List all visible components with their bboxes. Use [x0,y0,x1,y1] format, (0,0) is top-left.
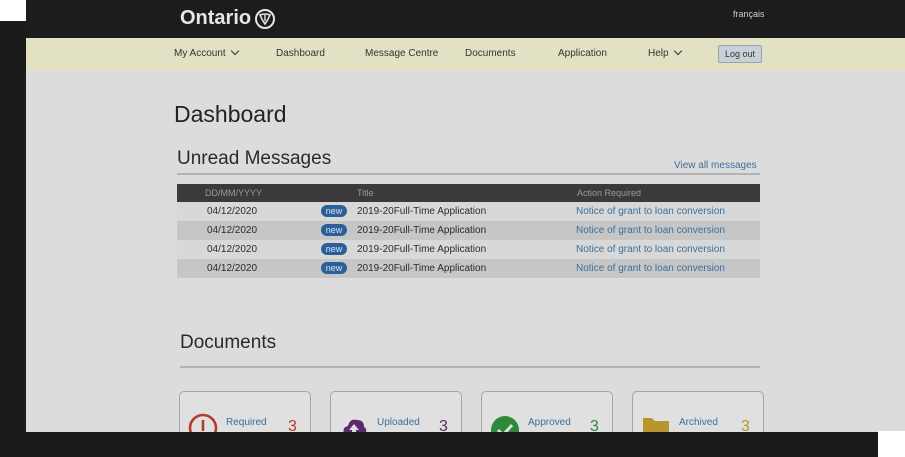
column-header-title: Title [357,188,374,198]
page-title: Dashboard [174,101,287,127]
page: Ontario français My Account Dashboard Me… [26,0,905,432]
document-card-archived[interactable]: Archived 3 [632,391,764,432]
ontario-logo[interactable]: Ontario [180,7,276,30]
document-card-uploaded[interactable]: Uploaded 3 [330,391,462,432]
nav-dashboard[interactable]: Dashboard [276,48,325,59]
nav-message-centre[interactable]: Message Centre [365,48,438,59]
row-action-link[interactable]: Notice of grant to loan conversion [576,225,725,236]
upload-cloud-icon [343,419,367,432]
table-row[interactable]: 04/12/2020 new 2019-20Full-Time Applicat… [177,240,760,259]
column-header-action: Action Required [577,188,642,198]
new-badge: new [321,224,347,236]
row-date: 04/12/2020 [207,244,258,255]
table-row[interactable]: 04/12/2020 new 2019-20Full-Time Applicat… [177,202,760,221]
nav-help-label: Help [648,48,669,59]
card-count: 3 [439,418,448,432]
nav-my-account[interactable]: My Account [174,46,239,59]
view-all-messages-link[interactable]: View all messages [674,160,757,171]
row-title: 2019-20Full-Time Application [357,263,487,274]
row-title: 2019-20Full-Time Application [357,206,487,217]
nav-help[interactable]: Help [648,46,682,59]
card-label: Archived [679,417,718,428]
check-circle-icon [491,416,519,432]
row-action-link[interactable]: Notice of grant to loan conversion [576,263,725,274]
row-title: 2019-20Full-Time Application [357,244,487,255]
main-nav: My Account Dashboard Message Centre Docu… [26,38,905,70]
row-title: 2019-20Full-Time Application [357,225,487,236]
divider [177,173,760,175]
card-count: 3 [288,418,297,432]
table-header: DD/MM/YYYY Title Action Required [177,184,760,202]
logo-text: Ontario [180,7,252,29]
new-badge: new [321,262,347,274]
card-label: Approved [528,417,571,428]
chevron-down-icon [230,46,239,56]
nav-my-account-label: My Account [174,48,226,59]
row-date: 04/12/2020 [207,263,258,274]
divider [180,366,760,368]
logout-button[interactable]: Log out [718,45,762,63]
chevron-down-icon [673,46,682,56]
card-label: Uploaded [377,417,420,428]
unread-messages-heading: Unread Messages [177,148,332,169]
top-header: Ontario français [26,0,905,38]
corner-white-bottom-right [878,431,905,457]
nav-documents[interactable]: Documents [465,48,516,59]
row-date: 04/12/2020 [207,225,258,236]
document-card-approved[interactable]: Approved 3 [481,391,613,432]
table-row[interactable]: 04/12/2020 new 2019-20Full-Time Applicat… [177,221,760,240]
folder-icon [643,418,669,432]
unread-messages-table: DD/MM/YYYY Title Action Required 04/12/2… [177,184,760,278]
alert-circle-icon [188,413,218,432]
card-count: 3 [741,418,750,432]
document-card-required[interactable]: Required 3 [179,391,311,432]
new-badge: new [321,243,347,255]
row-date: 04/12/2020 [207,206,258,217]
nav-application[interactable]: Application [558,48,607,59]
trillium-icon [255,8,276,29]
table-row[interactable]: 04/12/2020 new 2019-20Full-Time Applicat… [177,259,760,278]
column-header-date: DD/MM/YYYY [205,188,263,198]
row-action-link[interactable]: Notice of grant to loan conversion [576,206,725,217]
corner-white-top-left [0,0,26,21]
card-count: 3 [590,418,599,432]
row-action-link[interactable]: Notice of grant to loan conversion [576,244,725,255]
language-toggle-link[interactable]: français [733,9,765,19]
documents-heading: Documents [180,332,277,353]
card-label: Required [226,417,267,428]
new-badge: new [321,205,347,217]
